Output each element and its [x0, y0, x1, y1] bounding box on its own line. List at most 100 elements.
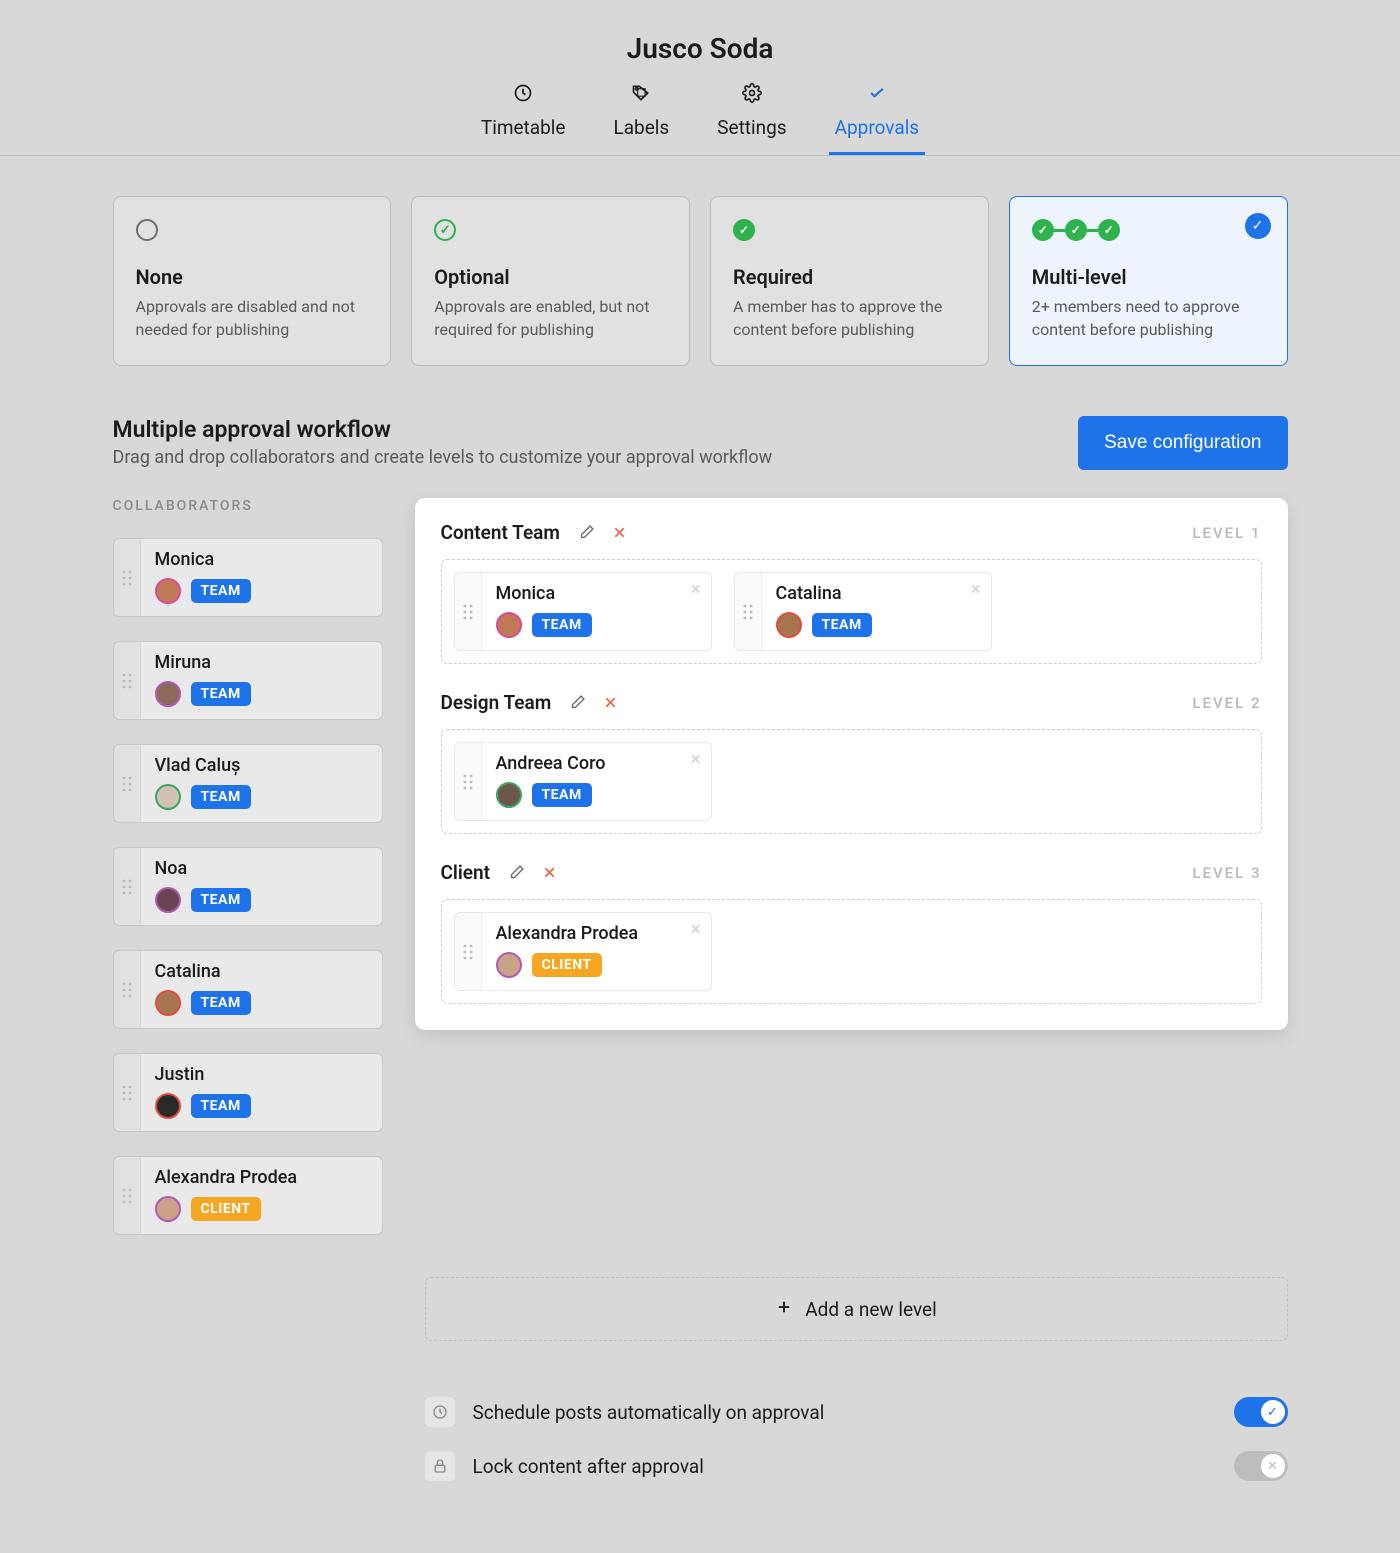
toggle-schedule[interactable]: ✓	[1234, 1397, 1288, 1427]
delete-level-button[interactable]	[598, 690, 623, 715]
drag-handle-icon[interactable]	[114, 745, 140, 822]
person-name: Alexandra Prodea	[155, 1167, 368, 1188]
avatar	[496, 782, 522, 808]
option-title: Required	[733, 265, 966, 289]
option-desc: Approvals are disabled and not needed fo…	[136, 295, 369, 341]
x-icon: ✕	[1261, 1454, 1285, 1478]
remove-member-icon[interactable]: ×	[691, 581, 701, 599]
member-card[interactable]: × Andreea Coro TEAM	[454, 742, 712, 821]
edit-level-button[interactable]	[565, 690, 590, 715]
tab-timetable[interactable]: Timetable	[481, 83, 566, 155]
remove-member-icon[interactable]: ×	[691, 751, 701, 769]
level-dropzone[interactable]: × Monica TEAM × Catalina TEAM	[441, 559, 1262, 664]
avatar	[496, 612, 522, 638]
avatar	[155, 990, 181, 1016]
role-badge: TEAM	[191, 991, 251, 1015]
edit-level-button[interactable]	[574, 520, 599, 545]
avatar	[155, 681, 181, 707]
level-dropzone[interactable]: × Alexandra Prodea CLIENT	[441, 899, 1262, 1004]
avatar	[155, 1093, 181, 1119]
remove-member-icon[interactable]: ×	[691, 921, 701, 939]
role-badge: TEAM	[191, 888, 251, 912]
option-multi-level[interactable]: ✓ ✓ ✓ ✓ Multi-level 2+ members need to a…	[1009, 196, 1288, 366]
collaborators-heading: COLLABORATORS	[113, 498, 383, 514]
person-name: Catalina	[155, 961, 368, 982]
drag-handle-icon[interactable]	[114, 951, 140, 1028]
edit-level-button[interactable]	[504, 860, 529, 885]
member-card[interactable]: × Catalina TEAM	[734, 572, 992, 651]
collaborator-card[interactable]: Alexandra Prodea CLIENT	[113, 1156, 383, 1235]
collaborator-card[interactable]: Catalina TEAM	[113, 950, 383, 1029]
drag-handle-icon[interactable]	[114, 848, 140, 925]
tab-labels[interactable]: Labels	[613, 83, 669, 155]
role-badge: TEAM	[532, 783, 592, 807]
option-optional[interactable]: ✓ Optional Approvals are enabled, but no…	[411, 196, 690, 366]
person-name: Miruna	[155, 652, 368, 673]
option-required[interactable]: ✓ Required A member has to approve the c…	[710, 196, 989, 366]
lock-icon	[425, 1451, 455, 1481]
check-outline-icon: ✓	[434, 219, 456, 241]
page-header: Jusco Soda Timetable Labels Settings App…	[0, 0, 1400, 156]
avatar	[496, 952, 522, 978]
option-title: None	[136, 265, 369, 289]
drag-handle-icon[interactable]	[114, 539, 140, 616]
role-badge: TEAM	[191, 785, 251, 809]
save-configuration-button[interactable]: Save configuration	[1078, 416, 1287, 470]
drag-handle-icon[interactable]	[455, 913, 481, 990]
toggle-lock[interactable]: ✕	[1234, 1451, 1288, 1481]
tab-approvals[interactable]: Approvals	[835, 83, 920, 155]
person-name: Catalina	[776, 583, 977, 604]
option-title: Multi-level	[1032, 265, 1265, 289]
option-none[interactable]: None Approvals are disabled and not need…	[113, 196, 392, 366]
tabs: Timetable Labels Settings Approvals	[0, 83, 1400, 155]
member-card[interactable]: × Alexandra Prodea CLIENT	[454, 912, 712, 991]
tag-icon	[631, 83, 651, 108]
role-badge: TEAM	[532, 613, 592, 637]
drag-handle-icon[interactable]	[455, 743, 481, 820]
collaborator-card[interactable]: Miruna TEAM	[113, 641, 383, 720]
role-badge: TEAM	[191, 579, 251, 603]
collaborator-card[interactable]: Monica TEAM	[113, 538, 383, 617]
collaborator-card[interactable]: Noa TEAM	[113, 847, 383, 926]
approval-settings: Schedule posts automatically on approval…	[425, 1385, 1288, 1493]
add-level-button[interactable]: Add a new level	[425, 1277, 1288, 1341]
level-block: Design Team LEVEL 2 × Andreea Coro TEAM	[441, 690, 1262, 834]
level-title: Client	[441, 861, 491, 884]
person-name: Alexandra Prodea	[496, 923, 697, 944]
tab-settings[interactable]: Settings	[717, 83, 786, 155]
role-badge: TEAM	[191, 682, 251, 706]
person-name: Justin	[155, 1064, 368, 1085]
drag-handle-icon[interactable]	[114, 642, 140, 719]
collaborator-card[interactable]: Justin TEAM	[113, 1053, 383, 1132]
multi-check-icon: ✓ ✓ ✓	[1032, 219, 1119, 241]
check-icon: ✓	[1261, 1400, 1285, 1424]
person-name: Monica	[155, 549, 368, 570]
selected-badge-icon: ✓	[1245, 213, 1271, 239]
level-dropzone[interactable]: × Andreea Coro TEAM	[441, 729, 1262, 834]
drag-handle-icon[interactable]	[455, 573, 481, 650]
clock-icon	[425, 1397, 455, 1427]
option-desc: 2+ members need to approve content befor…	[1032, 295, 1265, 341]
role-badge: CLIENT	[532, 953, 602, 977]
drag-handle-icon[interactable]	[114, 1157, 140, 1234]
plus-icon	[775, 1298, 793, 1321]
level-title: Design Team	[441, 691, 552, 714]
level-number-label: LEVEL 2	[1192, 694, 1261, 712]
level-title: Content Team	[441, 521, 560, 544]
person-name: Noa	[155, 858, 368, 879]
option-title: Optional	[434, 265, 667, 289]
collaborators-sidebar: COLLABORATORS Monica TEAM Miruna TEAM	[113, 498, 383, 1259]
collaborator-card[interactable]: Vlad Caluș TEAM	[113, 744, 383, 823]
delete-level-button[interactable]	[537, 860, 562, 885]
member-card[interactable]: × Monica TEAM	[454, 572, 712, 651]
approval-options: None Approvals are disabled and not need…	[113, 196, 1288, 366]
levels-panel: Content Team LEVEL 1 × Monica TEAM ×	[415, 498, 1288, 1030]
remove-member-icon[interactable]: ×	[971, 581, 981, 599]
setting-schedule-on-approval: Schedule posts automatically on approval…	[425, 1385, 1288, 1439]
drag-handle-icon[interactable]	[114, 1054, 140, 1131]
drag-handle-icon[interactable]	[735, 573, 761, 650]
circle-empty-icon	[136, 219, 158, 241]
avatar	[155, 887, 181, 913]
delete-level-button[interactable]	[607, 520, 632, 545]
avatar	[155, 1196, 181, 1222]
